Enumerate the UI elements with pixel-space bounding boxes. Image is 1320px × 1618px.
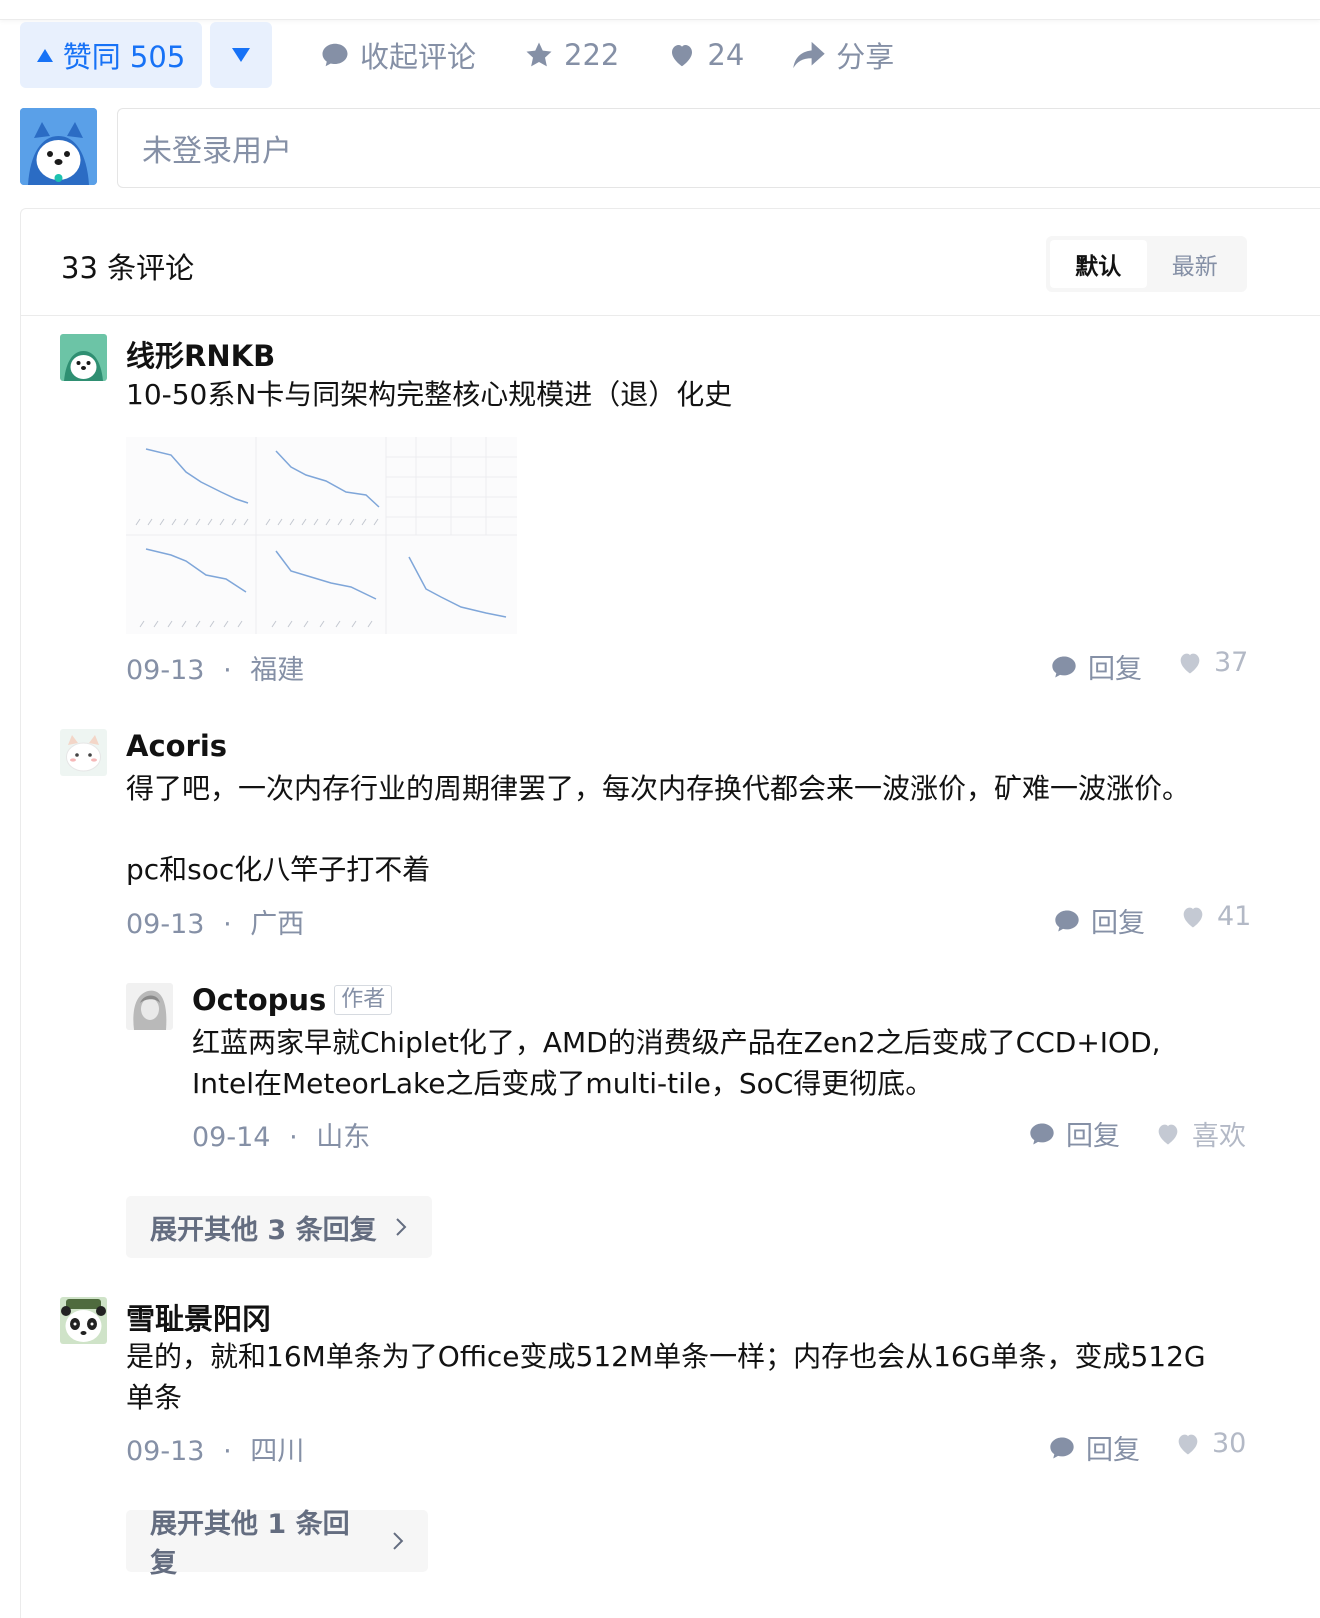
sort-default-tab[interactable]: 默认 [1050,240,1147,288]
reply-like-button[interactable]: 喜欢 [1154,1114,1246,1153]
reply-button[interactable]: 回复 [1050,647,1142,686]
comment-like-count: 41 [1217,901,1252,932]
reply-button[interactable]: 回复 [1028,1114,1120,1153]
comment-avatar[interactable] [60,334,107,381]
heart-icon [1180,653,1200,673]
expand-replies-label: 展开其他 3 条回复 [150,1214,377,1246]
favorite-button[interactable]: 222 [524,38,619,72]
comment-location: 广西 [250,909,305,940]
comment-date: 09-13 [126,1436,205,1467]
reply-label: 回复 [1091,908,1145,939]
comment-image-charts[interactable] [126,437,517,634]
reply-author-name[interactable]: Octopus [192,983,326,1017]
comment-text-line-1: 得了吧，一次内存行业的周期律罢了，每次内存换代都会来一波涨价，矿难一波涨价。 [126,772,1191,805]
comment-meta: 09-13 · 四川 [126,1429,304,1468]
comment-like-button[interactable]: 30 [1174,1428,1246,1459]
reply-location: 山东 [316,1122,371,1153]
collapse-comments-label: 收起评论 [360,40,477,74]
star-icon [526,42,552,67]
reply-text-line-2: Intel在MeteorLake之后变成了multi-tile，SoC得更彻底。 [192,1067,934,1100]
reply-avatar[interactable] [126,983,173,1030]
meta-separator: · [223,655,232,686]
heart-icon [672,45,693,67]
comment-meta: 09-13 · 广西 [126,902,304,941]
share-button[interactable]: 分享 [792,34,894,76]
reply-like-label: 喜欢 [1192,1121,1246,1152]
comment-input-placeholder: 未登录用户 [142,134,292,169]
upvote-label: 赞同 505 [62,40,186,74]
upvote-button[interactable]: 赞同 505 [20,22,202,88]
reply-date: 09-14 [192,1122,271,1153]
share-label: 分享 [836,40,895,74]
comment-author[interactable]: 线形RNKB [126,333,275,375]
reply-label: 回复 [1086,1435,1140,1466]
comment-text: 10-50系N卡与同架构完整核心规模进（退）化史 [126,378,733,411]
sort-toggle: 默认 最新 [1046,236,1247,292]
heart-icon [1178,1434,1198,1454]
meta-separator: · [223,909,232,940]
comment-input[interactable]: 未登录用户 [117,108,1320,188]
comment-author[interactable]: Acoris [126,729,227,763]
reply-button[interactable]: 回复 [1048,1428,1140,1467]
comment-like-button[interactable]: 37 [1176,647,1248,678]
meta-separator: · [289,1122,298,1153]
comment-like-count: 30 [1212,1428,1247,1459]
reply-bubble-icon [1030,1123,1054,1144]
comments-count: 33 条评论 [61,251,195,285]
comment-location: 福建 [250,655,305,686]
comment-avatar[interactable] [60,729,107,776]
comment-location: 四川 [250,1436,305,1467]
expand-replies-button[interactable]: 展开其他 3 条回复 [126,1196,432,1258]
author-tag: 作者 [334,985,393,1015]
heart-icon [1183,907,1203,927]
upvote-triangle-icon [36,48,53,62]
expand-replies-button[interactable]: 展开其他 1 条回复 [126,1509,428,1579]
comment-author[interactable]: 雪耻景阳冈 [126,1296,271,1338]
comment-text-line-1: 是的，就和16M单条为了Office变成512M单条一样；内存也会从16G单条，… [126,1340,1206,1373]
reply-bubble-icon [1055,910,1079,931]
comment-text-line-2: pc和soc化八竿子打不着 [126,853,431,886]
answer-action-bar: 赞同 505 收起评论 222 24 分享 [20,22,894,88]
comment-text-line-2: 单条 [126,1381,183,1414]
chevron-right-icon [395,1218,407,1236]
reply-meta: 09-14 · 山东 [192,1115,370,1154]
sort-latest-tab[interactable]: 最新 [1147,240,1244,288]
heart-icon [1158,1124,1178,1144]
comment-avatar[interactable] [60,1297,107,1344]
favorite-count: 222 [564,38,620,72]
downvote-triangle-icon [232,48,250,62]
meta-separator: · [223,1436,232,1467]
like-count: 24 [707,38,745,72]
top-border [0,0,1320,20]
reply-button[interactable]: 回复 [1053,901,1145,940]
current-user-avatar [20,108,97,185]
reply-bubble-icon [1050,1437,1074,1458]
reply-label: 回复 [1066,1121,1120,1152]
like-button[interactable]: 24 [667,38,744,72]
comment-like-count: 37 [1214,647,1249,678]
share-arrow-icon [793,41,825,69]
reply-author: Octopus 作者 [192,983,393,1017]
chevron-right-icon [393,1532,404,1550]
reply-label: 回复 [1088,654,1142,685]
comment-like-button[interactable]: 41 [1179,901,1251,932]
comment-meta: 09-13 · 福建 [126,648,304,687]
comments-header: 33 条评论 默认 最新 [21,209,1320,316]
comment-bubble-icon [322,43,348,67]
downvote-button[interactable] [210,22,272,88]
reply-bubble-icon [1052,656,1076,677]
comment-date: 09-13 [126,909,205,940]
comment-date: 09-13 [126,655,205,686]
expand-replies-label: 展开其他 1 条回复 [150,1509,350,1579]
reply-text-line-1: 红蓝两家早就Chiplet化了，AMD的消费级产品在Zen2之后变成了CCD+I… [192,1026,1161,1059]
collapse-comments-button[interactable]: 收起评论 [320,34,476,76]
